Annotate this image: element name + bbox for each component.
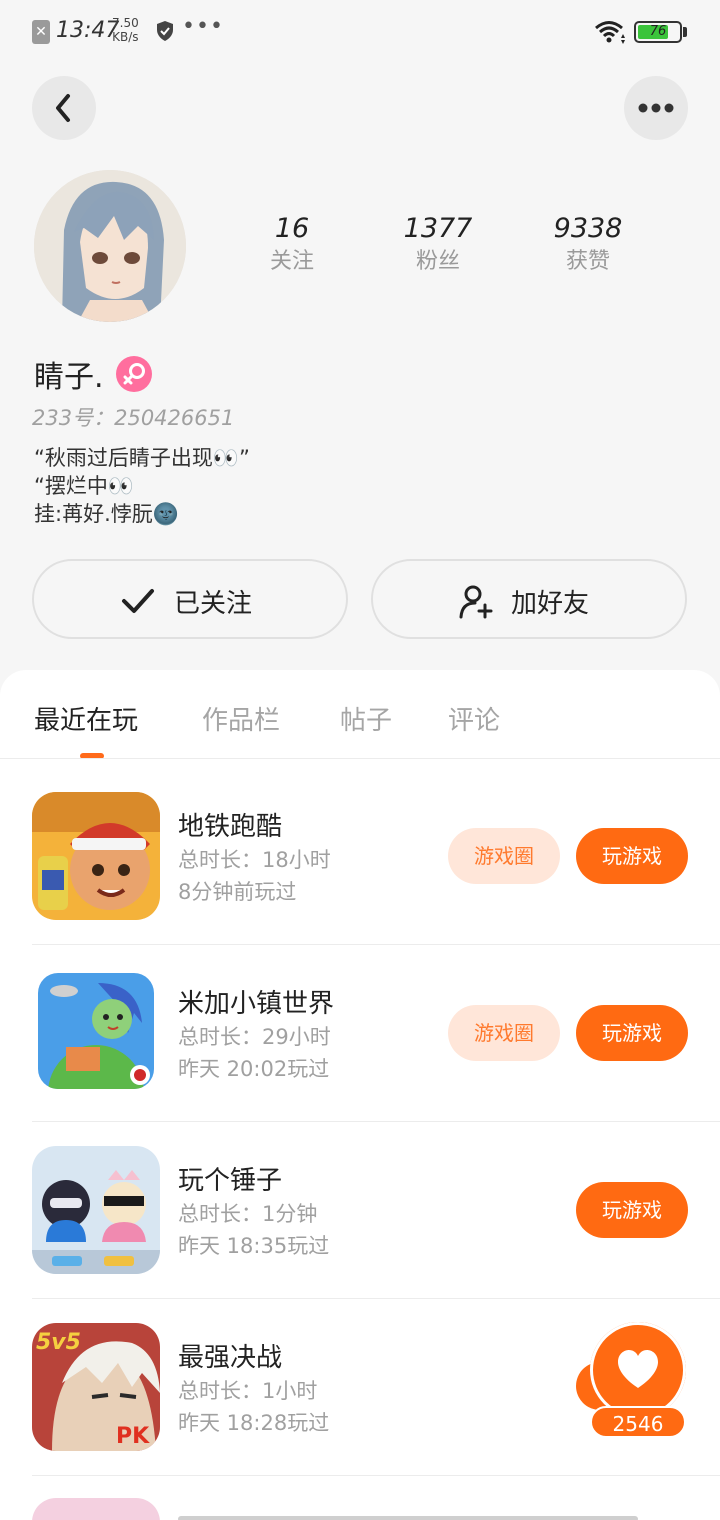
heart-icon xyxy=(618,1350,658,1388)
user-id-label: 233号： xyxy=(32,406,115,430)
tab-posts[interactable]: 帖子 xyxy=(340,700,392,737)
battery-level: 76 xyxy=(649,24,667,39)
bio: “秋雨过后睛子出现👀” “摆烂中👀 挂:苒好.悖朊🌚 xyxy=(34,444,250,528)
bio-line: 挂:苒好.悖朊🌚 xyxy=(34,502,179,526)
list-item[interactable]: 地铁跑酷 总时长：18小时 8分钟前玩过 游戏圈 玩游戏 xyxy=(0,768,720,945)
loading-placeholder xyxy=(178,1516,638,1520)
game-icon-partial[interactable] xyxy=(32,1498,160,1520)
user-id: 233号：250426651 xyxy=(32,402,234,432)
avatar-image xyxy=(34,170,186,322)
tab-comments[interactable]: 评论 xyxy=(448,700,500,737)
stat-following[interactable]: 16 关注 xyxy=(232,212,352,278)
game-last-played: 昨天 18:28玩过 xyxy=(178,1411,330,1435)
username: 睛子. xyxy=(34,360,104,395)
game-icon-miga[interactable] xyxy=(38,973,154,1089)
game-last-played: 8分钟前玩过 xyxy=(178,880,297,904)
status-bar: ✕ 13:47 7.50 KB/s ••• 76 xyxy=(0,0,720,64)
stat-following-label: 关注 xyxy=(269,249,314,274)
game-last-played: 昨天 18:35玩过 xyxy=(178,1234,330,1258)
game-duration: 总时长：1分钟 xyxy=(178,1202,318,1226)
shield-icon xyxy=(157,21,173,41)
game-icon-subway[interactable] xyxy=(32,792,160,920)
avatar[interactable] xyxy=(34,170,186,322)
stat-followers-label: 粉丝 xyxy=(415,249,460,274)
stat-following-count: 16 xyxy=(274,213,310,244)
svg-text:5v5: 5v5 xyxy=(36,1330,81,1355)
game-circle-button[interactable]: 游戏圈 xyxy=(448,828,560,884)
like-count: 2546 xyxy=(590,1406,686,1438)
add-friend-button[interactable]: 加好友 xyxy=(371,559,687,639)
play-game-button[interactable]: 玩游戏 xyxy=(576,1182,688,1238)
add-user-icon xyxy=(459,585,493,619)
stat-followers-count: 1377 xyxy=(403,213,473,244)
list-item[interactable]: 玩个锤子 总时长：1分钟 昨天 18:35玩过 玩游戏 xyxy=(0,1122,720,1299)
notification-x-icon: ✕ xyxy=(32,20,50,44)
battery-nub xyxy=(683,27,687,37)
like-button[interactable] xyxy=(590,1322,686,1418)
chevron-left-icon xyxy=(56,94,70,122)
status-time: 13:47 xyxy=(56,18,120,43)
play-game-button[interactable]: 玩游戏 xyxy=(576,1005,688,1061)
game-icon-5v5[interactable]: 5v5 PK xyxy=(32,1323,160,1451)
game-circle-button[interactable]: 游戏圈 xyxy=(448,1005,560,1061)
followed-button[interactable]: 已关注 xyxy=(32,559,348,639)
wifi-icon xyxy=(595,21,625,44)
game-name: 玩个锤子 xyxy=(178,1166,283,1196)
tab-recently-played[interactable]: 最近在玩 xyxy=(34,700,138,737)
tab-divider xyxy=(0,758,720,759)
more-button[interactable] xyxy=(624,76,688,140)
game-duration: 总时长：1小时 xyxy=(178,1379,318,1403)
more-notifications-icon: ••• xyxy=(182,14,224,39)
stat-likes-count: 9338 xyxy=(553,213,623,244)
list-item[interactable]: 米加小镇世界 总时长：29小时 昨天 20:02玩过 游戏圈 玩游戏 xyxy=(0,945,720,1122)
tab-works[interactable]: 作品栏 xyxy=(202,700,280,737)
more-dots-icon xyxy=(638,103,674,113)
bio-line: “摆烂中👀 xyxy=(34,474,135,498)
row-divider xyxy=(32,1475,720,1476)
check-icon xyxy=(122,589,154,613)
battery-icon: 76 xyxy=(634,21,682,43)
game-name: 地铁跑酷 xyxy=(178,812,283,842)
add-friend-label: 加好友 xyxy=(511,589,590,619)
game-last-played: 昨天 20:02玩过 xyxy=(178,1057,330,1081)
network-speed: 7.50 KB/s xyxy=(112,16,139,44)
svg-text:PK: PK xyxy=(116,1424,150,1449)
network-speed-value: 7.50 xyxy=(112,16,139,30)
stat-likes-label: 获赞 xyxy=(565,249,610,274)
game-name: 最强决战 xyxy=(178,1343,283,1373)
play-game-button[interactable]: 玩游戏 xyxy=(576,828,688,884)
game-name: 米加小镇世界 xyxy=(178,989,335,1019)
stat-likes[interactable]: 9338 获赞 xyxy=(528,212,648,278)
game-icon-hammer[interactable] xyxy=(32,1146,160,1274)
network-speed-unit: KB/s xyxy=(112,30,139,44)
stat-followers[interactable]: 1377 粉丝 xyxy=(378,212,498,278)
back-button[interactable] xyxy=(32,76,96,140)
user-id-value: 250426651 xyxy=(114,406,235,430)
bio-line: “秋雨过后睛子出现👀” xyxy=(34,446,250,470)
female-icon xyxy=(116,356,152,392)
game-duration: 总时长：18小时 xyxy=(178,848,331,872)
game-duration: 总时长：29小时 xyxy=(178,1025,331,1049)
followed-label: 已关注 xyxy=(174,589,253,619)
